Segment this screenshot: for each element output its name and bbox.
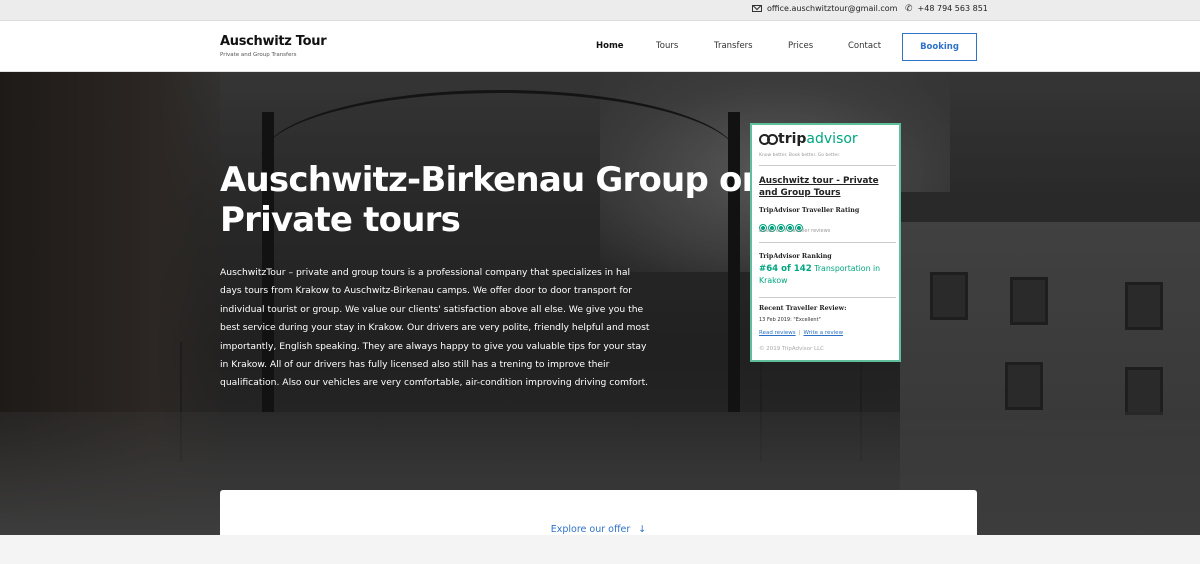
email-contact[interactable]: office.auschwitztour@gmail.com xyxy=(752,4,897,13)
logo-subtitle: Private and Group Transfers xyxy=(220,52,297,58)
logo-advisor-text: advisor xyxy=(806,131,858,147)
email-text[interactable]: office.auschwitztour@gmail.com xyxy=(767,4,897,13)
ranking-value[interactable]: #64 of 142 Transportation in Krakow xyxy=(759,263,896,286)
nav-prices[interactable]: Prices xyxy=(788,41,813,51)
arrow-down-icon: ↓ xyxy=(638,524,647,535)
recent-review-label: Recent Traveller Review: xyxy=(759,305,847,312)
owl-icon xyxy=(759,134,778,145)
envelope-icon xyxy=(752,5,762,12)
nav-tours[interactable]: Tours xyxy=(656,41,678,51)
hero-section: Auschwitz-Birkenau Group or Private tour… xyxy=(0,72,1200,535)
ranking-number: #64 of 142 xyxy=(759,264,812,274)
page-bottom xyxy=(0,535,1200,564)
tripadvisor-tagline: Know better. Book better. Go better. xyxy=(759,153,841,158)
phone-contact[interactable]: ✆ +48 794 563 851 xyxy=(905,4,988,14)
explore-offer-label: Explore our offer xyxy=(550,524,631,535)
reviews-count: Based on 7 traveller reviews xyxy=(759,228,831,234)
logo-trip-text: trip xyxy=(778,131,807,147)
nav-transfers[interactable]: Transfers xyxy=(714,41,753,51)
rating-label: TripAdvisor Traveller Rating xyxy=(759,207,860,214)
site-header: Auschwitz Tour Private and Group Transfe… xyxy=(0,21,1200,72)
tripadvisor-copyright: © 2019 TripAdvisor LLC xyxy=(759,346,824,352)
logo-title[interactable]: Auschwitz Tour xyxy=(220,34,327,49)
link-separator: | xyxy=(798,330,801,336)
read-reviews-link[interactable]: Read reviews xyxy=(759,330,796,336)
explore-offer-card[interactable]: Explore our offer ↓ xyxy=(220,490,977,535)
write-review-link[interactable]: Write a review xyxy=(803,330,843,336)
divider xyxy=(759,165,896,166)
hero-title: Auschwitz-Birkenau Group or Private tour… xyxy=(220,160,758,240)
nav-contact[interactable]: Contact xyxy=(848,41,881,51)
explore-offer-link[interactable]: Explore our offer ↓ xyxy=(551,507,647,535)
phone-text[interactable]: +48 794 563 851 xyxy=(918,4,988,13)
review-links: Read reviews | Write a review xyxy=(759,330,843,336)
tripadvisor-logo[interactable]: tripadvisor xyxy=(759,131,858,147)
ranking-label: TripAdvisor Ranking xyxy=(759,253,832,260)
divider xyxy=(759,297,896,298)
business-name-link[interactable]: Auschwitz tour - Private and Group Tours xyxy=(759,175,896,199)
recent-review-text: 13 Feb 2019: "Excellent" xyxy=(759,317,821,323)
hero-description: AuschwitzTour – private and group tours … xyxy=(220,267,650,389)
top-utility-bar: office.auschwitztour@gmail.com ✆ +48 794 … xyxy=(0,0,1200,21)
phone-icon: ✆ xyxy=(905,4,913,14)
tripadvisor-widget: tripadvisor Know better. Book better. Go… xyxy=(750,123,901,362)
nav-home[interactable]: Home xyxy=(596,41,624,51)
booking-button[interactable]: Booking xyxy=(902,33,977,61)
divider xyxy=(759,242,896,243)
